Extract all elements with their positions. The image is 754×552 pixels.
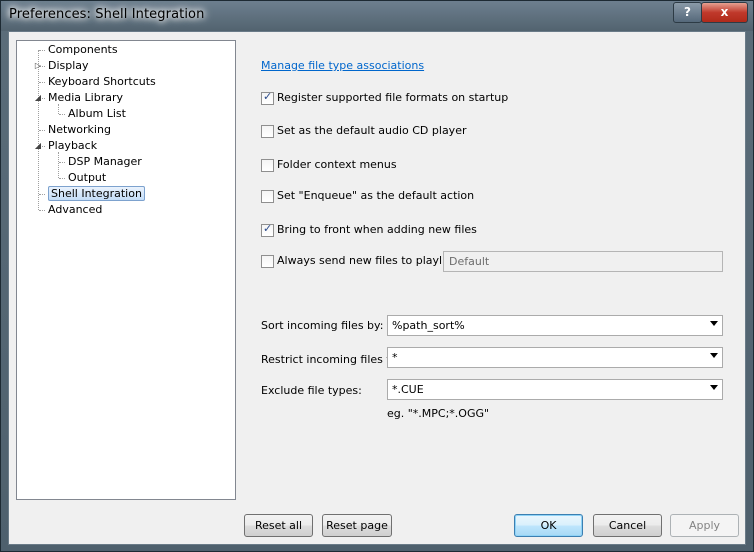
exclude-hint: eg. "*.MPC;*.OGG" bbox=[387, 407, 490, 420]
tree-item-label: Networking bbox=[48, 123, 111, 136]
always-send-to-playlist-checkbox[interactable] bbox=[261, 255, 274, 268]
tree-item-label: Output bbox=[68, 171, 107, 184]
tree-item-shell-integration[interactable]: Shell Integration bbox=[48, 186, 145, 202]
tree-guide-line bbox=[58, 104, 59, 114]
tree-guide-line bbox=[58, 152, 59, 178]
chevron-down-icon bbox=[710, 385, 718, 390]
bring-to-front-checkbox[interactable]: ✓ bbox=[261, 222, 274, 237]
tree-item-album-list[interactable]: Album List bbox=[68, 106, 126, 122]
restrict-value: * bbox=[392, 351, 398, 364]
chevron-down-icon bbox=[710, 321, 718, 326]
tree-item-label: Album List bbox=[68, 107, 126, 120]
playlist-name-field[interactable]: Default bbox=[443, 251, 723, 272]
sort-value: %path_sort% bbox=[392, 319, 465, 332]
preferences-window: Preferences: Shell Integration ? x Compo… bbox=[0, 0, 754, 552]
window-title: Preferences: Shell Integration bbox=[9, 7, 205, 22]
tree-guide-line bbox=[39, 50, 45, 51]
register-formats-label: Register supported file formats on start… bbox=[277, 91, 509, 104]
expanded-triangle-icon[interactable]: ◢ bbox=[34, 141, 42, 150]
tree-guide-line bbox=[59, 178, 65, 179]
tree-item-label: Display bbox=[48, 59, 89, 72]
default-cd-player-checkbox[interactable] bbox=[261, 125, 274, 138]
tree-item-label: Media Library bbox=[48, 91, 123, 104]
restrict-label: Restrict incoming files to: bbox=[261, 353, 402, 366]
tree-guide-line bbox=[39, 130, 45, 131]
folder-context-menus-label: Folder context menus bbox=[277, 158, 397, 171]
cancel-button[interactable]: Cancel bbox=[593, 514, 662, 537]
tree-item-label: DSP Manager bbox=[68, 155, 142, 168]
bring-to-front-label: Bring to front when adding new files bbox=[277, 223, 477, 236]
checkmark-icon: ✓ bbox=[263, 90, 273, 103]
enqueue-default-checkbox[interactable] bbox=[261, 190, 274, 203]
tree-item-label: Advanced bbox=[48, 203, 103, 216]
tree-item-label: Keyboard Shortcuts bbox=[48, 75, 156, 88]
exclude-value: *.CUE bbox=[392, 383, 424, 396]
tree-guide-line bbox=[39, 210, 45, 211]
reset-all-button[interactable]: Reset all bbox=[244, 514, 313, 537]
default-cd-player-label: Set as the default audio CD player bbox=[277, 124, 467, 137]
expanded-triangle-icon[interactable]: ◢ bbox=[34, 93, 42, 102]
exclude-label: Exclude file types: bbox=[261, 384, 362, 397]
dialog-client-area: Components ▷ Display Keyboard Shortcuts ◢ Med… bbox=[8, 31, 746, 545]
folder-context-menus-checkbox[interactable] bbox=[261, 159, 274, 172]
tree-item-playback[interactable]: Playback bbox=[48, 138, 97, 154]
manage-file-associations-link[interactable]: Manage file type associations bbox=[261, 59, 424, 72]
ok-button[interactable]: OK bbox=[514, 514, 583, 537]
tree-item-advanced[interactable]: Advanced bbox=[48, 202, 102, 218]
exclude-combobox[interactable]: *.CUE bbox=[387, 379, 723, 400]
tree-guide-line bbox=[59, 162, 65, 163]
tree-item-label: Shell Integration bbox=[48, 186, 145, 201]
tree-item-media-library[interactable]: Media Library bbox=[48, 90, 123, 106]
tree-item-output[interactable]: Output bbox=[68, 170, 106, 186]
tree-guide-line bbox=[39, 194, 45, 195]
register-formats-checkbox[interactable]: ✓ bbox=[261, 90, 274, 105]
always-send-to-playlist-label: Always send new files to playlist: bbox=[277, 254, 459, 267]
tree-item-display[interactable]: Display bbox=[48, 58, 89, 74]
help-button[interactable]: ? bbox=[673, 2, 702, 23]
tree-item-dsp-manager[interactable]: DSP Manager bbox=[68, 154, 142, 170]
tree-item-components[interactable]: Components bbox=[48, 42, 118, 58]
chevron-down-icon bbox=[710, 353, 718, 358]
checkmark-icon: ✓ bbox=[263, 222, 273, 235]
tree-guide-line bbox=[39, 82, 45, 83]
tree-item-networking[interactable]: Networking bbox=[48, 122, 111, 138]
tree-item-label: Components bbox=[48, 43, 118, 56]
preferences-tree[interactable]: Components ▷ Display Keyboard Shortcuts ◢ Med… bbox=[16, 40, 236, 500]
sort-combobox[interactable]: %path_sort% bbox=[387, 315, 723, 336]
close-button[interactable]: x bbox=[701, 2, 748, 23]
collapsed-triangle-icon[interactable]: ▷ bbox=[34, 61, 42, 70]
enqueue-default-label: Set "Enqueue" as the default action bbox=[277, 189, 475, 202]
tree-item-keyboard-shortcuts[interactable]: Keyboard Shortcuts bbox=[48, 74, 156, 90]
title-bar[interactable]: Preferences: Shell Integration ? x bbox=[1, 1, 753, 31]
tree-item-label: Playback bbox=[48, 139, 98, 152]
tree-guide-line bbox=[59, 114, 65, 115]
restrict-combobox[interactable]: * bbox=[387, 347, 723, 368]
apply-button[interactable]: Apply bbox=[670, 514, 739, 537]
reset-page-button[interactable]: Reset page bbox=[322, 514, 392, 537]
sort-label: Sort incoming files by: bbox=[261, 319, 384, 332]
